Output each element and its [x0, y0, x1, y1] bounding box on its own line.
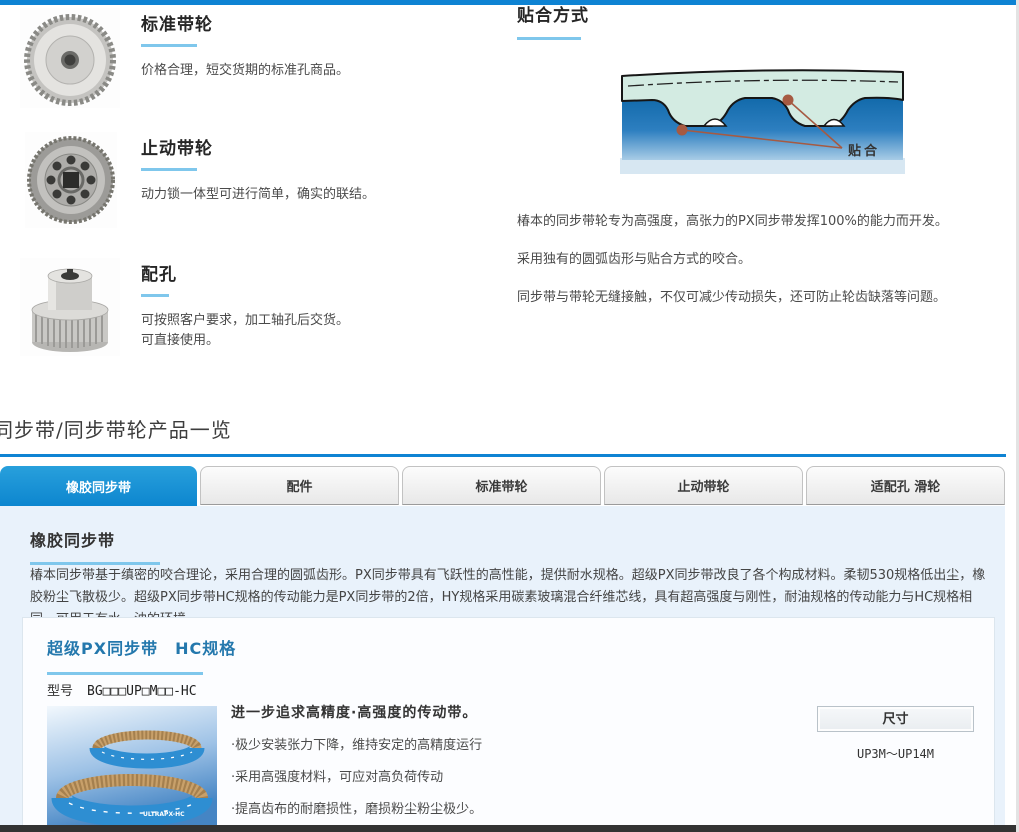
- bonding-paragraph: 同步带与带轮无缝接触，不仅可减少传动损失，还可防止轮齿缺落等问题。: [517, 286, 987, 305]
- model-label: 型号: [47, 684, 73, 699]
- title-underline: [47, 672, 203, 675]
- size-column: 尺寸 UP3M～UP14M: [817, 706, 974, 762]
- tab-bored-pulley[interactable]: 适配孔 滑轮: [806, 466, 1005, 505]
- rubber-belt-heading: 橡胶同步带: [30, 527, 115, 551]
- size-range-text: UP3M～UP14M: [817, 745, 974, 762]
- page: 标准带轮 价格合理，短交货期的标准孔商品。 止动带轮 动力锁一体型可进行简单，确…: [0, 0, 1019, 832]
- card-bullet: ·提高齿布的耐磨损性，磨损粉尘粉尘极少。: [231, 798, 791, 817]
- tab-standard-pulley[interactable]: 标准带轮: [402, 466, 601, 505]
- tab-rubber-belt[interactable]: 橡胶同步带: [0, 466, 197, 506]
- overview-divider: [0, 454, 1006, 457]
- title-underline: [141, 44, 197, 47]
- model-row: 型号 BG□□□UP□M□□-HC: [47, 680, 197, 699]
- title-underline: [141, 294, 169, 297]
- product-title-lock-pulley[interactable]: 止动带轮: [141, 134, 471, 159]
- card-heading[interactable]: 超级PX同步带 HC规格: [47, 635, 236, 659]
- product-title-standard-pulley[interactable]: 标准带轮: [141, 10, 471, 35]
- card-lead: 进一步追求高精度·高强度的传动带。: [231, 702, 791, 722]
- belt-tooth-diagram: 贴合: [620, 60, 905, 178]
- tab-lock-pulley[interactable]: 止动带轮: [604, 466, 803, 505]
- product-tab-bar: 橡胶同步带 配件 标准带轮 止动带轮 适配孔 滑轮: [0, 466, 1005, 506]
- super-px-hc-card: 超级PX同步带 HC规格 型号 BG□□□UP□M□□-HC: [22, 617, 995, 832]
- diagram-bond-label: 贴合: [848, 143, 880, 159]
- card-bullet-list: ·极少安装张力下降，维持安定的高精度运行 ·采用高强度材料，可应对高负荷传动 ·…: [231, 734, 791, 832]
- product-desc: 价格合理，短交货期的标准孔商品。: [141, 61, 471, 81]
- card-bullet: ·采用高强度材料，可应对高负荷传动: [231, 766, 791, 785]
- size-button[interactable]: 尺寸: [817, 706, 974, 732]
- standard-pulley-photo: [20, 8, 120, 108]
- model-code: BG□□□UP□M□□-HC: [87, 684, 197, 699]
- bored-pulley-photo: [20, 258, 120, 356]
- bonding-section-title: 贴合方式: [517, 1, 589, 26]
- rubber-belt-panel: 橡胶同步带 椿本同步带基于缜密的咬合理论，采用合理的圆弧齿形。PX同步带具有飞跃…: [0, 506, 1005, 825]
- bonding-paragraph: 采用独有的圆弧齿形与贴合方式的咬合。: [517, 248, 987, 267]
- product-desc: 动力锁一体型可进行简单，确实的联结。: [141, 185, 471, 205]
- bond-point-marker: [677, 125, 688, 136]
- bottom-dark-bar: [0, 825, 1016, 832]
- title-underline: [141, 168, 197, 171]
- bond-point-marker: [783, 95, 794, 106]
- card-bullet: ·极少安装张力下降，维持安定的高精度运行: [231, 734, 791, 753]
- product-title-bored[interactable]: 配孔: [141, 260, 471, 285]
- product-desc-line1: 可按照客户要求，加工轴孔后交货。: [141, 311, 471, 331]
- card-description: 进一步追求高精度·高强度的传动带。 ·极少安装张力下降，维持安定的高精度运行 ·…: [231, 702, 791, 832]
- tab-accessories[interactable]: 配件: [200, 466, 399, 505]
- overview-section-title: 同步带/同步带轮产品一览: [0, 414, 232, 443]
- bonding-paragraph: 椿本的同步带轮专为高强度，高张力的PX同步带发挥100%的能力而开发。: [517, 210, 987, 229]
- belt-marking-text: ULTRAPX-HC: [143, 811, 185, 818]
- belt-product-photo: ULTRAPX-HC: [47, 706, 217, 826]
- product-desc-line2: 可直接使用。: [141, 331, 471, 351]
- bonding-paragraphs: 椿本的同步带轮专为高强度，高张力的PX同步带发挥100%的能力而开发。 采用独有…: [517, 210, 987, 324]
- lock-pulley-photo: [25, 132, 117, 228]
- product-desc: 可按照客户要求，加工轴孔后交货。 可直接使用。: [141, 311, 471, 351]
- title-underline: [517, 37, 581, 40]
- top-accent-bar: [0, 0, 1016, 5]
